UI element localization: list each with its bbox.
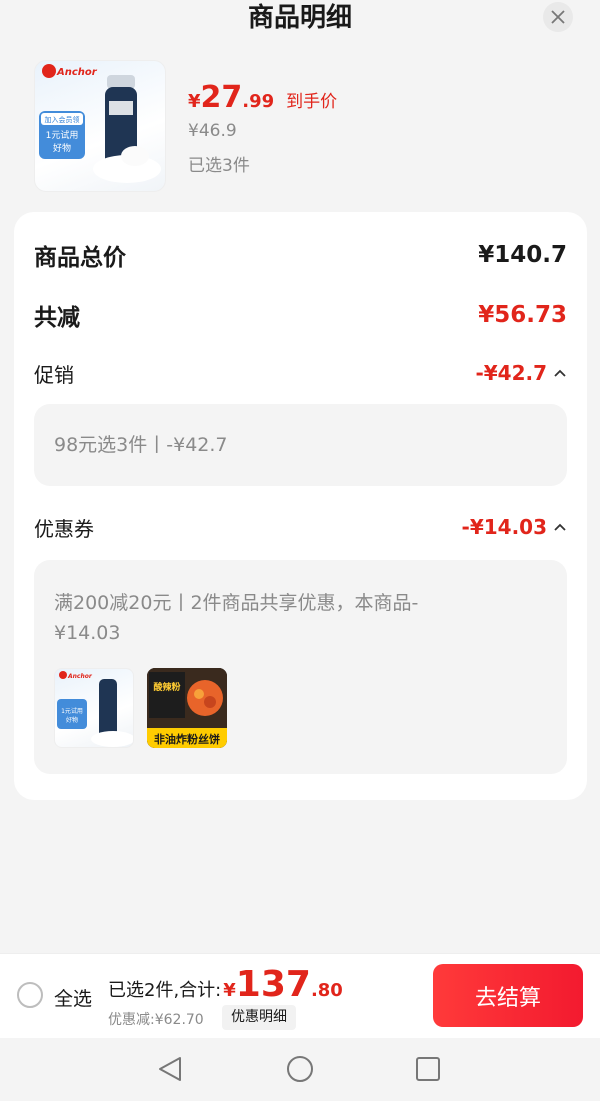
- final-price: ¥ 27 .99 到手价: [188, 80, 337, 115]
- svg-text:好物: 好物: [53, 142, 71, 154]
- promo-detail-box: 98元选3件丨-¥42.7: [34, 404, 567, 486]
- svg-text:好物: 好物: [66, 716, 78, 724]
- total-value: ¥140.7: [478, 242, 567, 268]
- product-image: 酸辣粉 非油炸粉丝饼: [147, 668, 227, 748]
- discount-label: 共减: [34, 305, 80, 331]
- home-circle-icon[interactable]: [285, 1054, 315, 1084]
- original-price: ¥46.9: [188, 121, 237, 141]
- promo-value: -¥42.7: [475, 361, 547, 385]
- system-nav-bar: [0, 1038, 600, 1101]
- price-detail-card: 商品总价 ¥140.7 共减 ¥56.73 促销 -¥42.7 98元选3件丨-…: [14, 212, 587, 800]
- product-summary: Anchor 加入会员领 1元试用 好物 ¥ 27 .99 到手价 ¥46.9 …: [34, 58, 574, 194]
- saved-amount: 优惠减:¥62.70: [108, 1012, 204, 1028]
- sum-line: 已选2件,合计: ¥ 137 .80: [108, 964, 343, 1005]
- checkout-button[interactable]: 去结算: [433, 964, 583, 1027]
- close-button[interactable]: [543, 2, 573, 32]
- sum-decimal: .80: [310, 980, 343, 1001]
- price-integer: 27: [200, 80, 243, 115]
- discount-value: ¥56.73: [478, 302, 567, 328]
- header: 商品明细: [0, 0, 600, 40]
- select-all-radio[interactable]: [17, 982, 43, 1008]
- checkout-bar: 全选 已选2件,合计: ¥ 137 .80 优惠减:¥62.70 优惠明细 去结…: [0, 953, 600, 1038]
- total-row: 商品总价 ¥140.7: [34, 238, 567, 272]
- product-thumbnail: Anchor 加入会员领 1元试用 好物: [34, 60, 166, 192]
- svg-text:非油炸粉丝饼: 非油炸粉丝饼: [154, 732, 220, 746]
- chevron-up-icon: [554, 369, 566, 377]
- coupon-detail-box: 满200减20元丨2件商品共享优惠，本商品-¥14.03 Anchor 1元试用…: [34, 560, 567, 774]
- price-tag: 到手价: [286, 92, 338, 112]
- svg-text:1元试用: 1元试用: [61, 707, 83, 715]
- discount-row: 共减 ¥56.73: [34, 298, 567, 332]
- svg-text:加入会员领: 加入会员领: [45, 115, 80, 124]
- coupon-value-wrap: -¥14.03: [462, 515, 567, 539]
- sum-currency: ¥: [223, 980, 236, 1001]
- back-triangle-icon[interactable]: [156, 1054, 186, 1084]
- close-icon: [551, 10, 565, 24]
- promo-label: 促销: [34, 362, 74, 387]
- sum-integer: 137: [235, 964, 311, 1005]
- coupon-item-thumbnail[interactable]: Anchor 1元试用 好物: [54, 668, 134, 748]
- page-title: 商品明细: [247, 3, 352, 33]
- promo-value-wrap: -¥42.7: [475, 361, 567, 385]
- selected-count: 已选3件: [188, 156, 250, 176]
- brand-logo-text: Anchor: [56, 67, 98, 78]
- coupon-detail: 满200减20元丨2件商品共享优惠，本商品-¥14.03: [54, 592, 419, 644]
- sum-label: 已选2件,合计:: [108, 980, 222, 1001]
- total-label: 商品总价: [34, 245, 126, 271]
- coupon-toggle[interactable]: 优惠券 -¥14.03: [34, 510, 567, 544]
- product-image: Anchor 1元试用 好物: [57, 671, 133, 747]
- svg-text:1元试用: 1元试用: [46, 129, 79, 141]
- recent-square-icon[interactable]: [413, 1054, 443, 1084]
- product-image: Anchor 加入会员领 1元试用 好物: [39, 64, 161, 183]
- coupon-item-thumbnail[interactable]: 酸辣粉 非油炸粉丝饼: [147, 668, 227, 748]
- price-decimal: .99: [242, 91, 275, 112]
- svg-text:Anchor: Anchor: [67, 673, 93, 680]
- coupon-label: 优惠券: [34, 516, 94, 541]
- discount-detail-button[interactable]: 优惠明细: [222, 1005, 296, 1030]
- coupon-value: -¥14.03: [461, 515, 547, 539]
- price-currency: ¥: [188, 91, 201, 112]
- promo-detail: 98元选3件丨-¥42.7: [54, 434, 228, 456]
- chevron-up-icon: [554, 523, 566, 531]
- svg-text:酸辣粉: 酸辣粉: [153, 681, 180, 693]
- promo-toggle[interactable]: 促销 -¥42.7: [34, 356, 567, 390]
- select-all-label[interactable]: 全选: [54, 984, 92, 1011]
